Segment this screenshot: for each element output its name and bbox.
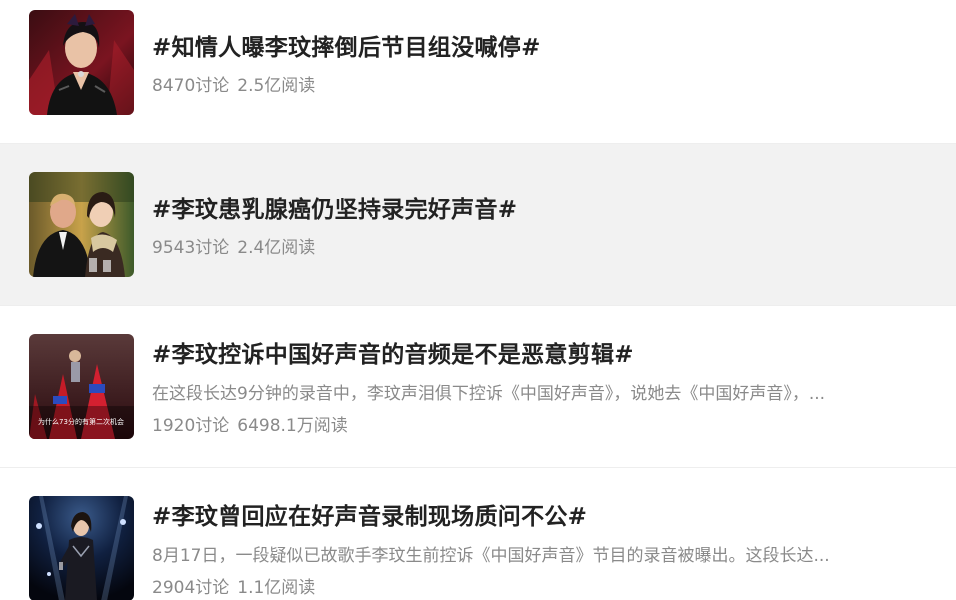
- discussion-count: 1920讨论: [152, 416, 230, 436]
- topic-stats: 8470讨论 2.5亿阅读: [152, 71, 315, 96]
- topic-item[interactable]: #李玟曾回应在好声音录制现场质问不公# 8月17日，一段疑似已故歌手李玟生前控诉…: [0, 468, 956, 600]
- discussion-count: 2904讨论: [152, 578, 230, 598]
- read-count: 6498.1万阅读: [237, 416, 348, 436]
- topic-item[interactable]: #李玟患乳腺癌仍坚持录完好声音# 9543讨论 2.4亿阅读: [0, 144, 956, 306]
- thumbnail-caption: 为什么73分的有第二次机会: [38, 417, 124, 426]
- topic-title[interactable]: #李玟曾回应在好声音录制现场质问不公#: [152, 497, 587, 531]
- read-count: 2.4亿阅读: [237, 238, 316, 258]
- topic-item[interactable]: #知情人曝李玟摔倒后节目组没喊停# 8470讨论 2.5亿阅读: [0, 0, 956, 144]
- topic-title[interactable]: #李玟控诉中国好声音的音频是不是恶意剪辑#: [152, 335, 634, 369]
- stage-performance-image: [29, 496, 134, 600]
- topic-summary: 在这段长达9分钟的录音中，李玟声泪俱下控诉《中国好声音》，说她去《中国好声音》，…: [152, 384, 826, 404]
- read-count: 1.1亿阅读: [237, 578, 316, 598]
- topic-stats: 9543讨论 2.4亿阅读: [152, 233, 315, 258]
- topic-thumbnail[interactable]: 为什么73分的有第二次机会: [29, 334, 134, 439]
- stage-video-still-image: 为什么73分的有第二次机会: [29, 334, 134, 439]
- topic-stats: 1920讨论 6498.1万阅读: [152, 411, 348, 436]
- read-count: 2.5亿阅读: [237, 76, 316, 96]
- topic-item[interactable]: 为什么73分的有第二次机会 #李玟控诉中国好声音的音频是不是恶意剪辑# 在这段长…: [0, 306, 956, 468]
- couple-photo-image: [29, 172, 134, 277]
- topic-thumbnail[interactable]: [29, 10, 134, 115]
- discussion-count: 8470讨论: [152, 76, 230, 96]
- discussion-count: 9543讨论: [152, 238, 230, 258]
- topic-title[interactable]: #李玟患乳腺癌仍坚持录完好声音#: [152, 190, 517, 224]
- topic-list: #知情人曝李玟摔倒后节目组没喊停# 8470讨论 2.5亿阅读 #李玟患乳腺癌仍…: [0, 0, 956, 600]
- topic-thumbnail[interactable]: [29, 496, 134, 600]
- topic-thumbnail[interactable]: [29, 172, 134, 277]
- singer-portrait-image: [29, 10, 134, 115]
- topic-stats: 2904讨论 1.1亿阅读: [152, 573, 315, 598]
- topic-summary: 8月17日，一段疑似已故歌手李玟生前控诉《中国好声音》节目的录音被曝出。这段长达…: [152, 546, 830, 566]
- topic-title[interactable]: #知情人曝李玟摔倒后节目组没喊停#: [152, 28, 541, 62]
